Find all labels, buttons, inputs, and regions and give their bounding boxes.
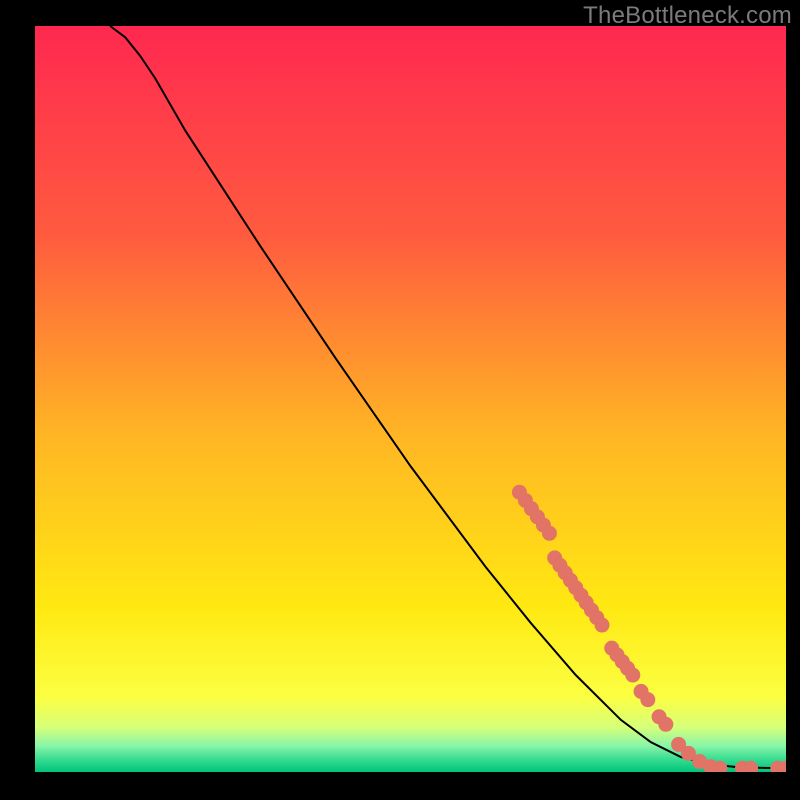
marker-point xyxy=(713,761,727,772)
plot-area xyxy=(35,26,786,772)
marker-point xyxy=(626,668,640,682)
marker-point xyxy=(595,618,609,632)
chart-frame: TheBottleneck.com xyxy=(0,0,800,800)
marker-point xyxy=(542,526,556,540)
chart-svg xyxy=(35,26,786,772)
marker-point xyxy=(641,693,655,707)
gradient-background xyxy=(35,26,786,772)
marker-point xyxy=(744,761,758,772)
marker-point xyxy=(659,717,673,731)
